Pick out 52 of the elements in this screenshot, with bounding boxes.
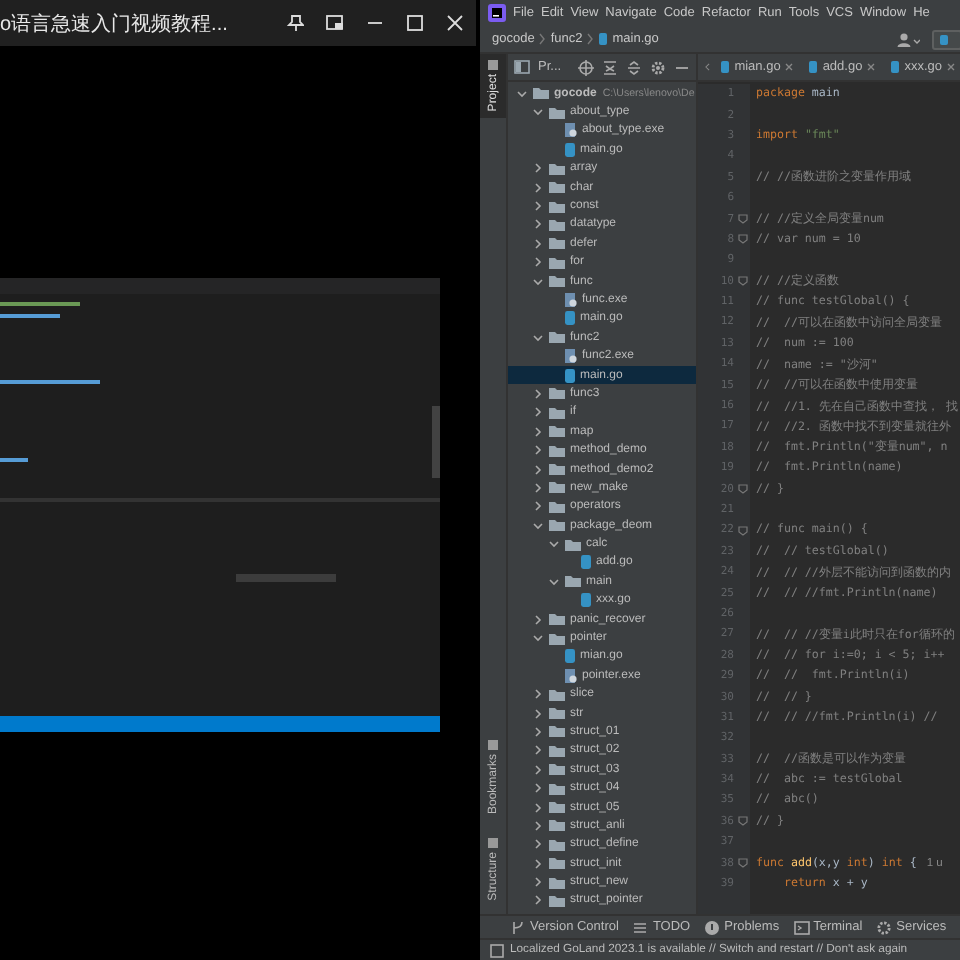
settings-icon[interactable]	[649, 59, 666, 75]
file-icon	[580, 592, 592, 609]
list-icon	[632, 919, 649, 935]
file-icon	[564, 367, 576, 384]
executable-file-icon	[564, 122, 578, 139]
chevron-left-icon[interactable]	[704, 60, 711, 74]
fold-icon[interactable]	[738, 276, 748, 287]
file-icon	[808, 60, 819, 74]
square-icon	[488, 739, 498, 750]
gear-icon	[876, 919, 893, 935]
chevron-right-icon	[532, 613, 544, 626]
folder-icon	[564, 574, 582, 589]
collapse-all-icon[interactable]	[601, 59, 618, 75]
executable-file-icon	[564, 291, 578, 308]
picture-in-picture-icon[interactable]	[326, 14, 344, 32]
file-icon	[890, 60, 901, 74]
branch-icon	[510, 919, 526, 935]
fold-icon[interactable]	[738, 484, 748, 495]
terminal-icon	[793, 919, 810, 935]
maximize-icon[interactable]	[406, 14, 424, 32]
chevron-down-icon	[548, 575, 560, 588]
file-icon	[564, 141, 576, 158]
file-icon	[564, 648, 576, 665]
folder-icon	[548, 330, 566, 345]
chevron-icon	[586, 32, 595, 46]
target-icon[interactable]	[577, 59, 594, 75]
fold-icon[interactable]	[738, 816, 748, 827]
user-icon[interactable]	[896, 31, 920, 47]
executable-file-icon	[564, 667, 578, 684]
executable-file-icon	[564, 348, 578, 365]
fold-icon[interactable]	[738, 858, 748, 869]
fold-icon[interactable]	[738, 234, 748, 245]
run-config-field[interactable]	[932, 29, 960, 49]
chevron-down-icon	[532, 632, 544, 645]
window-icon	[490, 943, 504, 957]
fold-icon[interactable]	[738, 214, 748, 225]
chevron-down-icon	[532, 275, 544, 288]
window-title: o语言急速入门视频教程...	[0, 11, 228, 37]
info-icon	[704, 919, 721, 935]
app-logo-icon[interactable]	[488, 4, 506, 22]
fold-icon[interactable]	[738, 525, 748, 536]
panel-icon	[514, 60, 530, 74]
pin-icon[interactable]	[286, 14, 304, 32]
square-icon	[488, 60, 498, 70]
chevron-icon	[538, 32, 547, 46]
file-icon	[598, 32, 609, 46]
expand-all-icon[interactable]	[625, 59, 642, 75]
file-icon	[564, 310, 576, 327]
chevron-down-icon	[532, 331, 544, 344]
file-icon	[580, 554, 592, 571]
square-icon	[488, 837, 498, 848]
file-icon	[720, 60, 731, 74]
